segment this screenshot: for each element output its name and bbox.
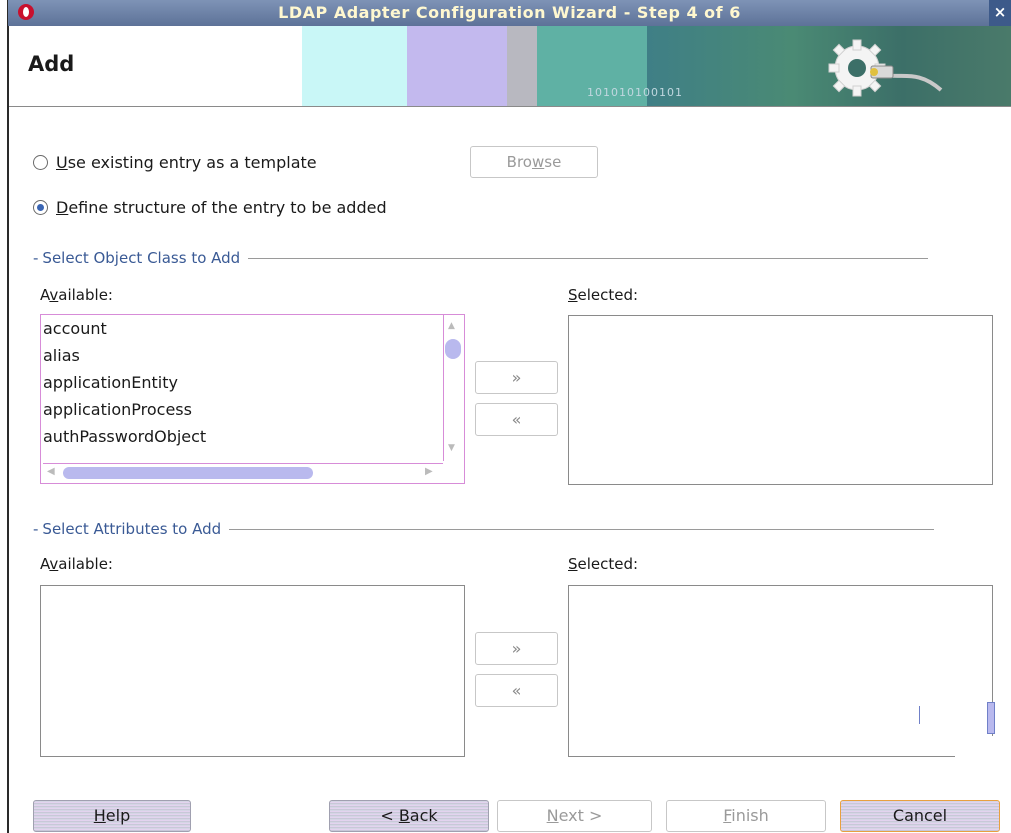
use-existing-option[interactable]: Use existing entry as a template (33, 153, 317, 172)
oc-available-label: Available: (40, 286, 113, 304)
oc-selected-list[interactable] (568, 315, 993, 485)
list-item[interactable]: authPasswordObject (41, 423, 443, 450)
attr-selected-list[interactable] (568, 585, 995, 760)
oc-move-right-button[interactable]: » (475, 361, 558, 394)
list-item[interactable]: applicationProcess (41, 396, 443, 423)
page-title: Add (28, 52, 75, 76)
use-existing-label: Use existing entry as a template (56, 153, 317, 172)
window-titlebar[interactable]: LDAP Adapter Configuration Wizard - Step… (8, 0, 1011, 26)
cancel-button[interactable]: Cancel (840, 800, 1000, 832)
next-button[interactable]: Next > (497, 800, 652, 832)
list-item[interactable]: alias (41, 342, 443, 369)
define-structure-option[interactable]: Define structure of the entry to be adde… (33, 198, 387, 217)
window-left-border (7, 0, 9, 833)
finish-button[interactable]: Finish (666, 800, 826, 832)
rendering-artifact (919, 706, 920, 724)
attr-scrollbar-thumb[interactable] (987, 702, 995, 734)
attributes-section-header: - Select Attributes to Add (33, 520, 935, 538)
close-icon[interactable]: × (989, 0, 1011, 26)
attributes-section-title: Select Attributes to Add (42, 520, 222, 538)
define-structure-radio[interactable] (33, 200, 48, 215)
define-structure-label: Define structure of the entry to be adde… (56, 198, 387, 217)
oc-available-list[interactable]: account alias applicationEntity applicat… (40, 314, 465, 484)
header-banner: 101010100101 (302, 26, 1011, 106)
attr-move-right-button[interactable]: » (475, 632, 558, 665)
oc-selected-label: Selected: (568, 286, 639, 304)
object-class-section-title: Select Object Class to Add (42, 249, 241, 267)
attr-selected-label: Selected: (568, 555, 639, 573)
oc-vertical-scrollbar[interactable]: ▲ ▼ (444, 317, 462, 457)
back-button[interactable]: < Back (329, 800, 489, 832)
banner-binary-text: 101010100101 (587, 86, 683, 99)
attr-available-label: Available: (40, 555, 113, 573)
attr-move-left-button[interactable]: « (475, 674, 558, 707)
rendering-artifact (955, 736, 995, 760)
help-button[interactable]: Help (33, 800, 191, 832)
adapter-gear-icon (828, 39, 943, 97)
object-class-section-header: - Select Object Class to Add (33, 249, 929, 267)
list-item[interactable]: applicationEntity (41, 369, 443, 396)
attr-available-list[interactable] (40, 585, 465, 757)
oc-move-left-button[interactable]: « (475, 403, 558, 436)
list-item[interactable]: account (41, 315, 443, 342)
browse-button[interactable]: Browse (470, 146, 598, 178)
oc-horizontal-scrollbar[interactable]: ◀ ▶ (43, 463, 443, 482)
window-title: LDAP Adapter Configuration Wizard - Step… (278, 3, 741, 22)
use-existing-radio[interactable] (33, 155, 48, 170)
wizard-header: Add 101010100101 (9, 26, 1011, 107)
